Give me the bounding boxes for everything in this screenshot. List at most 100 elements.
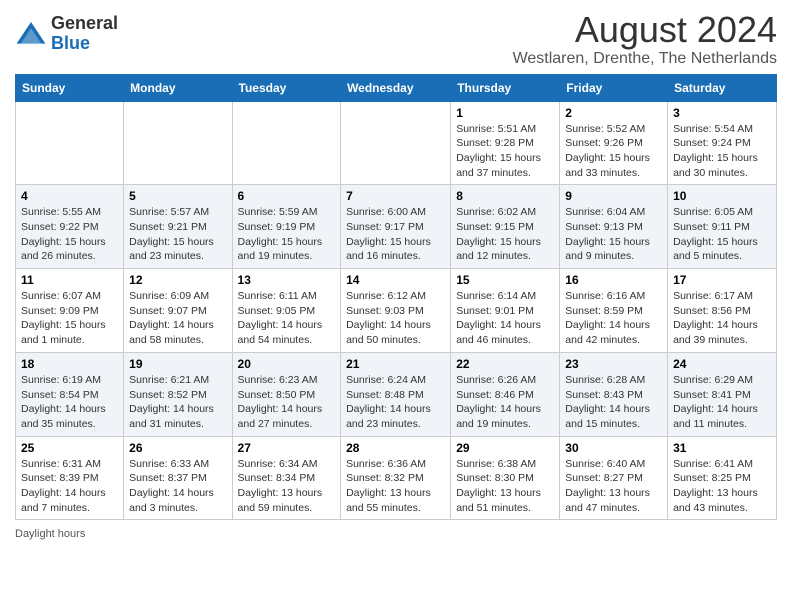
day-number: 26	[129, 441, 226, 455]
calendar-cell	[124, 101, 232, 185]
day-number: 4	[21, 189, 118, 203]
day-number: 29	[456, 441, 554, 455]
calendar-cell: 21 Sunrise: 6:24 AM Sunset: 8:48 PM Dayli…	[341, 352, 451, 436]
day-number: 21	[346, 357, 445, 371]
day-info: Sunrise: 6:33 AM Sunset: 8:37 PM Dayligh…	[129, 457, 226, 516]
calendar-cell: 8 Sunrise: 6:02 AM Sunset: 9:15 PM Daylig…	[451, 185, 560, 269]
day-number: 23	[565, 357, 662, 371]
day-info: Sunrise: 6:29 AM Sunset: 8:41 PM Dayligh…	[673, 373, 771, 432]
day-number: 9	[565, 189, 662, 203]
day-number: 22	[456, 357, 554, 371]
calendar-week-row: 25Sunrise: 6:31 AM Sunset: 8:39 PM Dayli…	[16, 436, 777, 520]
calendar-footer: Daylight hours	[15, 528, 777, 540]
logo: General Blue	[15, 14, 118, 54]
day-info: Sunrise: 6:34 AM Sunset: 8:34 PM Dayligh…	[238, 457, 336, 516]
day-number: 31	[673, 441, 771, 455]
day-number: 11	[21, 273, 118, 287]
day-info: Sunrise: 6:41 AM Sunset: 8:25 PM Dayligh…	[673, 457, 771, 516]
day-info: Sunrise: 6:02 AM Sunset: 9:15 PM Dayligh…	[456, 205, 554, 264]
day-info: Sunrise: 6:31 AM Sunset: 8:39 PM Dayligh…	[21, 457, 118, 516]
calendar-cell: 7Sunrise: 6:00 AM Sunset: 9:17 PM Daylig…	[341, 185, 451, 269]
weekday-header: Monday	[124, 74, 232, 101]
calendar-cell: 22 Sunrise: 6:26 AM Sunset: 8:46 PM Dayli…	[451, 352, 560, 436]
day-info: Sunrise: 6:26 AM Sunset: 8:46 PM Dayligh…	[456, 373, 554, 432]
calendar-week-row: 1Sunrise: 5:51 AM Sunset: 9:28 PM Daylig…	[16, 101, 777, 185]
day-info: Sunrise: 6:16 AM Sunset: 8:59 PM Dayligh…	[565, 289, 662, 348]
day-number: 10	[673, 189, 771, 203]
page-header: General Blue August 2024 Westlaren, Dren…	[15, 10, 777, 68]
calendar-week-row: 4 Sunrise: 5:55 AM Sunset: 9:22 PM Daylig…	[16, 185, 777, 269]
day-info: Sunrise: 6:28 AM Sunset: 8:43 PM Dayligh…	[565, 373, 662, 432]
weekday-header-row: SundayMondayTuesdayWednesdayThursdayFrid…	[16, 74, 777, 101]
calendar-week-row: 11 Sunrise: 6:07 AM Sunset: 9:09 PM Dayli…	[16, 269, 777, 353]
calendar-cell	[232, 101, 341, 185]
calendar-cell: 29 Sunrise: 6:38 AM Sunset: 8:30 PM Dayli…	[451, 436, 560, 520]
calendar-cell	[16, 101, 124, 185]
calendar-cell: 14 Sunrise: 6:12 AM Sunset: 9:03 PM Dayli…	[341, 269, 451, 353]
logo-icon	[15, 18, 47, 50]
day-number: 2	[565, 106, 662, 120]
weekday-header: Saturday	[668, 74, 777, 101]
calendar-table: SundayMondayTuesdayWednesdayThursdayFrid…	[15, 74, 777, 521]
day-info: Sunrise: 5:54 AM Sunset: 9:24 PM Dayligh…	[673, 122, 771, 181]
day-info: Sunrise: 6:38 AM Sunset: 8:30 PM Dayligh…	[456, 457, 554, 516]
day-number: 12	[129, 273, 226, 287]
day-info: Sunrise: 5:52 AM Sunset: 9:26 PM Dayligh…	[565, 122, 662, 181]
day-number: 17	[673, 273, 771, 287]
calendar-cell: 19 Sunrise: 6:21 AM Sunset: 8:52 PM Dayli…	[124, 352, 232, 436]
weekday-header: Wednesday	[341, 74, 451, 101]
weekday-header: Friday	[560, 74, 668, 101]
location-title: Westlaren, Drenthe, The Netherlands	[513, 50, 777, 68]
day-info: Sunrise: 6:19 AM Sunset: 8:54 PM Dayligh…	[21, 373, 118, 432]
daylight-label: Daylight hours	[15, 528, 85, 540]
day-info: Sunrise: 6:11 AM Sunset: 9:05 PM Dayligh…	[238, 289, 336, 348]
calendar-cell: 1Sunrise: 5:51 AM Sunset: 9:28 PM Daylig…	[451, 101, 560, 185]
calendar-cell: 24 Sunrise: 6:29 AM Sunset: 8:41 PM Dayli…	[668, 352, 777, 436]
day-info: Sunrise: 6:12 AM Sunset: 9:03 PM Dayligh…	[346, 289, 445, 348]
weekday-header: Sunday	[16, 74, 124, 101]
calendar-cell: 17 Sunrise: 6:17 AM Sunset: 8:56 PM Dayli…	[668, 269, 777, 353]
calendar-cell: 23 Sunrise: 6:28 AM Sunset: 8:43 PM Dayli…	[560, 352, 668, 436]
day-number: 6	[238, 189, 336, 203]
calendar-cell: 15 Sunrise: 6:14 AM Sunset: 9:01 PM Dayli…	[451, 269, 560, 353]
calendar-week-row: 18 Sunrise: 6:19 AM Sunset: 8:54 PM Dayli…	[16, 352, 777, 436]
day-info: Sunrise: 6:14 AM Sunset: 9:01 PM Dayligh…	[456, 289, 554, 348]
weekday-header: Thursday	[451, 74, 560, 101]
day-number: 1	[456, 106, 554, 120]
calendar-cell: 20 Sunrise: 6:23 AM Sunset: 8:50 PM Dayli…	[232, 352, 341, 436]
day-info: Sunrise: 6:21 AM Sunset: 8:52 PM Dayligh…	[129, 373, 226, 432]
day-number: 28	[346, 441, 445, 455]
calendar-cell: 3 Sunrise: 5:54 AM Sunset: 9:24 PM Daylig…	[668, 101, 777, 185]
day-number: 8	[456, 189, 554, 203]
month-title: August 2024	[513, 10, 777, 50]
day-number: 14	[346, 273, 445, 287]
day-number: 27	[238, 441, 336, 455]
calendar-cell: 9 Sunrise: 6:04 AM Sunset: 9:13 PM Daylig…	[560, 185, 668, 269]
weekday-header: Tuesday	[232, 74, 341, 101]
day-info: Sunrise: 5:59 AM Sunset: 9:19 PM Dayligh…	[238, 205, 336, 264]
calendar-cell: 26 Sunrise: 6:33 AM Sunset: 8:37 PM Dayli…	[124, 436, 232, 520]
day-number: 15	[456, 273, 554, 287]
day-number: 19	[129, 357, 226, 371]
day-info: Sunrise: 6:07 AM Sunset: 9:09 PM Dayligh…	[21, 289, 118, 348]
calendar-cell: 12Sunrise: 6:09 AM Sunset: 9:07 PM Dayli…	[124, 269, 232, 353]
day-number: 20	[238, 357, 336, 371]
calendar-cell: 11 Sunrise: 6:07 AM Sunset: 9:09 PM Dayli…	[16, 269, 124, 353]
day-info: Sunrise: 6:24 AM Sunset: 8:48 PM Dayligh…	[346, 373, 445, 432]
calendar-cell: 30Sunrise: 6:40 AM Sunset: 8:27 PM Dayli…	[560, 436, 668, 520]
day-number: 7	[346, 189, 445, 203]
day-info: Sunrise: 5:57 AM Sunset: 9:21 PM Dayligh…	[129, 205, 226, 264]
calendar-cell: 5Sunrise: 5:57 AM Sunset: 9:21 PM Daylig…	[124, 185, 232, 269]
day-number: 24	[673, 357, 771, 371]
day-info: Sunrise: 6:05 AM Sunset: 9:11 PM Dayligh…	[673, 205, 771, 264]
calendar-cell: 16Sunrise: 6:16 AM Sunset: 8:59 PM Dayli…	[560, 269, 668, 353]
calendar-cell: 27 Sunrise: 6:34 AM Sunset: 8:34 PM Dayli…	[232, 436, 341, 520]
day-info: Sunrise: 6:04 AM Sunset: 9:13 PM Dayligh…	[565, 205, 662, 264]
day-info: Sunrise: 6:23 AM Sunset: 8:50 PM Dayligh…	[238, 373, 336, 432]
day-info: Sunrise: 6:17 AM Sunset: 8:56 PM Dayligh…	[673, 289, 771, 348]
calendar-cell: 6 Sunrise: 5:59 AM Sunset: 9:19 PM Daylig…	[232, 185, 341, 269]
calendar-cell	[341, 101, 451, 185]
day-info: Sunrise: 5:55 AM Sunset: 9:22 PM Dayligh…	[21, 205, 118, 264]
day-number: 3	[673, 106, 771, 120]
day-number: 18	[21, 357, 118, 371]
